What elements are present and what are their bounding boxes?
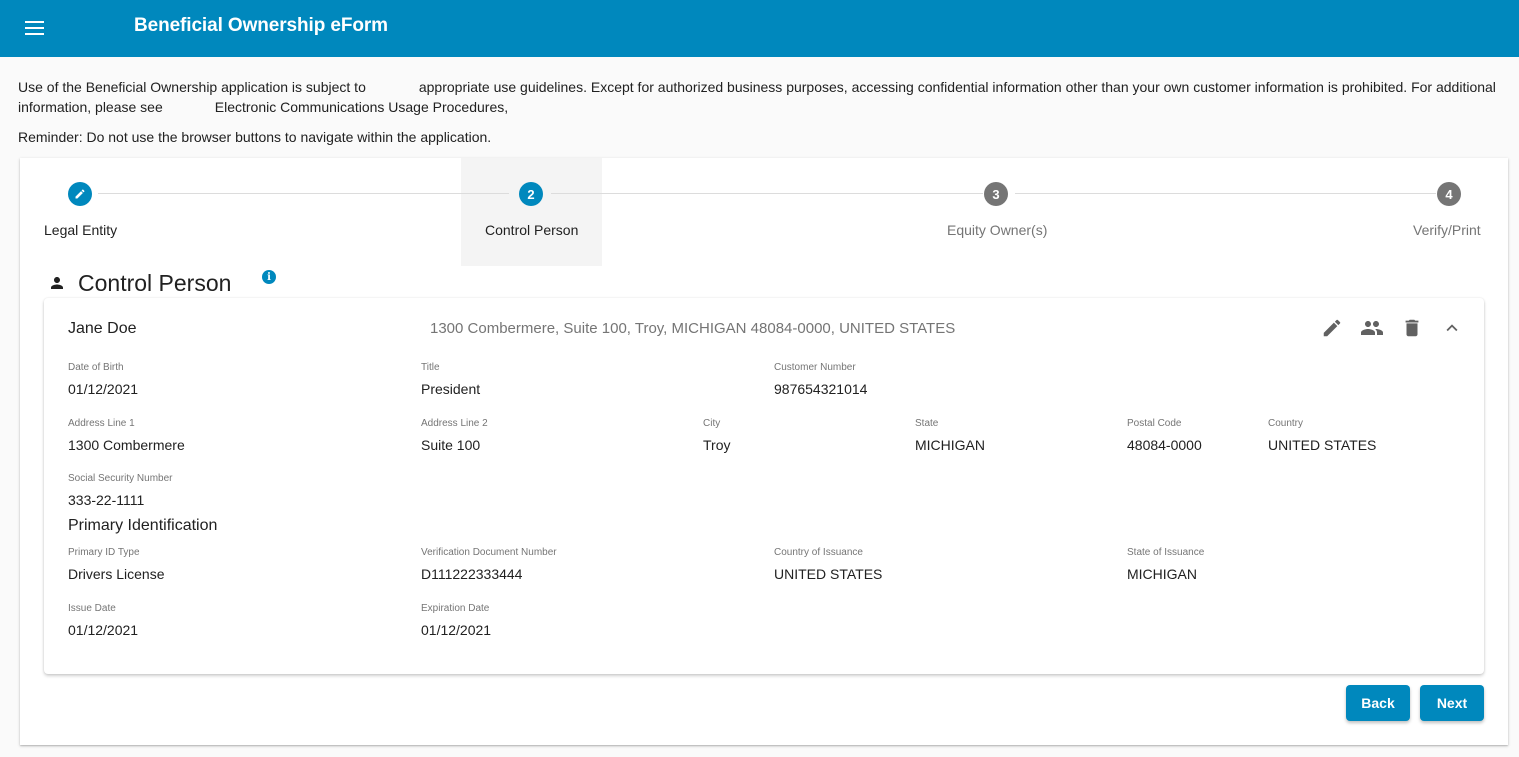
field-country: Country UNITED STATES: [1268, 418, 1377, 453]
field-city: City Troy: [703, 418, 731, 453]
reminder-text: Reminder: Do not use the browser buttons…: [18, 129, 492, 145]
field-date-of-birth: Date of Birth 01/12/2021: [68, 362, 139, 397]
active-step-highlight: [461, 158, 602, 266]
section-title: Control Person: [78, 269, 232, 296]
notice-link-procedures[interactable]: Electronic Communications Usage Procedur…: [215, 99, 508, 115]
step-4-marker[interactable]: 4: [1437, 182, 1461, 206]
field-customer-number: Customer Number 987654321014: [774, 362, 868, 397]
delete-button[interactable]: [1400, 316, 1424, 340]
step-legal-entity[interactable]: Legal Entity: [44, 222, 117, 238]
step-connector: [98, 193, 509, 194]
step-control-person[interactable]: Control Person: [485, 222, 578, 238]
field-title: Title President: [421, 362, 481, 397]
control-person-card: Jane Doe 1300 Combermere, Suite 100, Tro…: [44, 298, 1484, 674]
section-heading: Control Person: [48, 266, 231, 300]
delete-icon: [1405, 319, 1419, 337]
app-title: Beneficial Ownership eForm: [134, 15, 388, 36]
field-issue-date: Issue Date 01/12/2021: [68, 603, 139, 638]
chevron-up-icon: [1446, 324, 1458, 332]
primary-identification-heading: Primary Identification: [68, 517, 218, 534]
app-header: Beneficial Ownership eForm: [0, 0, 1519, 57]
field-country-of-issuance: Country of Issuance UNITED STATES: [774, 547, 883, 582]
step-3-marker[interactable]: 3: [984, 182, 1008, 206]
edit-button[interactable]: [1320, 316, 1344, 340]
field-expiration-date: Expiration Date 01/12/2021: [421, 603, 492, 638]
next-button[interactable]: Next: [1420, 685, 1484, 721]
step-verify-print[interactable]: Verify/Print: [1413, 222, 1481, 238]
field-address-line-2: Address Line 2 Suite 100: [421, 418, 488, 453]
form-panel: Legal Entity 2 Control Person 3 Equity O…: [20, 158, 1508, 745]
people-icon: [1361, 321, 1383, 335]
step-1-marker[interactable]: [68, 182, 92, 206]
field-address-line-1: Address Line 1 1300 Combermere: [68, 418, 185, 453]
field-verification-document-number: Verification Document Number D1112223334…: [421, 547, 557, 582]
field-postal-code: Postal Code 48084-0000: [1127, 418, 1202, 453]
people-button[interactable]: [1360, 316, 1384, 340]
step-2-marker[interactable]: 2: [519, 182, 543, 206]
person-name: Jane Doe: [68, 320, 137, 337]
step-connector: [551, 193, 983, 194]
menu-icon[interactable]: [20, 14, 48, 42]
field-primary-id-type: Primary ID Type Drivers License: [68, 547, 165, 582]
usage-notice: Use of the Beneficial Ownership applicat…: [18, 77, 1513, 117]
card-actions: [1320, 316, 1464, 340]
person-icon: [51, 277, 63, 289]
step-equity-owners[interactable]: Equity Owner(s): [947, 222, 1047, 238]
info-icon[interactable]: i: [262, 270, 276, 284]
step-connector: [1015, 193, 1436, 194]
field-state-of-issuance: State of Issuance MICHIGAN: [1127, 547, 1205, 582]
edit-icon: [1323, 319, 1341, 337]
address-summary: 1300 Combermere, Suite 100, Troy, MICHIG…: [430, 320, 956, 337]
edit-icon: [75, 189, 85, 199]
field-ssn: Social Security Number 333-22-1111: [68, 473, 173, 508]
stepper: Legal Entity 2 Control Person 3 Equity O…: [20, 158, 1508, 266]
collapse-button[interactable]: [1440, 316, 1464, 340]
field-state: State MICHIGAN: [915, 418, 985, 453]
back-button[interactable]: Back: [1346, 685, 1410, 721]
notice-text-1: Use of the Beneficial Ownership applicat…: [18, 79, 366, 95]
